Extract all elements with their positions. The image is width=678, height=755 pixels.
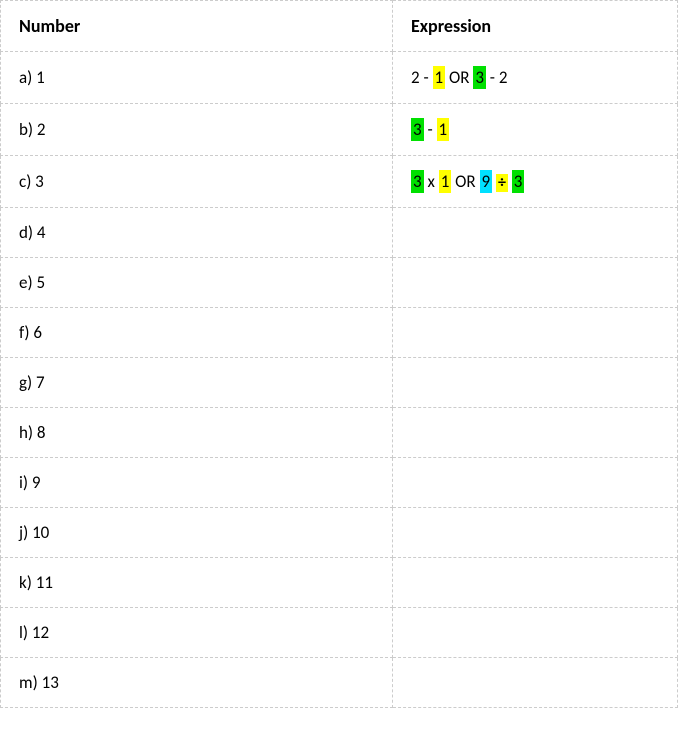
number-cell: c) 3 [1, 156, 393, 208]
expression-token: 1 [439, 170, 452, 193]
number-cell: l) 12 [1, 608, 393, 658]
number-cell: m) 13 [1, 658, 393, 708]
expression-cell [393, 558, 678, 608]
expression-cell [393, 308, 678, 358]
table-row: c) 33 x 1 OR 9 ÷ 3 [1, 156, 678, 208]
number-cell: j) 10 [1, 508, 393, 558]
expression-cell: 2 - 1 OR 3 - 2 [393, 52, 678, 104]
expression-cell [393, 358, 678, 408]
table-row: h) 8 [1, 408, 678, 458]
table-row: m) 13 [1, 658, 678, 708]
divide-symbol: ÷ [496, 174, 508, 192]
table-row: b) 23 - 1 [1, 104, 678, 156]
number-cell: f) 6 [1, 308, 393, 358]
expression-token: OR [445, 67, 473, 88]
expression-cell: 3 x 1 OR 9 ÷ 3 [393, 156, 678, 208]
table-row: l) 12 [1, 608, 678, 658]
expression-token: x [424, 171, 439, 192]
expression-cell: 3 - 1 [393, 104, 678, 156]
expression-token: 3 [512, 170, 525, 193]
table-row: i) 9 [1, 458, 678, 508]
header-row: Number Expression [1, 1, 678, 52]
expression-cell [393, 258, 678, 308]
number-cell: k) 11 [1, 558, 393, 608]
expression-cell [393, 208, 678, 258]
expression-token: OR [451, 171, 479, 192]
table-row: j) 10 [1, 508, 678, 558]
expression-token: 3 [411, 170, 424, 193]
header-number: Number [1, 1, 393, 52]
expression-cell [393, 458, 678, 508]
number-cell: h) 8 [1, 408, 393, 458]
table-row: d) 4 [1, 208, 678, 258]
table-row: a) 12 - 1 OR 3 - 2 [1, 52, 678, 104]
number-cell: g) 7 [1, 358, 393, 408]
number-cell: b) 2 [1, 104, 393, 156]
table-row: e) 5 [1, 258, 678, 308]
number-cell: d) 4 [1, 208, 393, 258]
number-cell: i) 9 [1, 458, 393, 508]
expression-token: 1 [433, 66, 446, 89]
header-expression: Expression [393, 1, 678, 52]
expression-token: 1 [437, 118, 450, 141]
expression-token: 3 [411, 118, 424, 141]
table-row: g) 7 [1, 358, 678, 408]
number-cell: e) 5 [1, 258, 393, 308]
expression-token: 3 [473, 66, 486, 89]
expression-token: - [424, 119, 437, 140]
number-cell: a) 1 [1, 52, 393, 104]
expression-cell [393, 658, 678, 708]
table-row: f) 6 [1, 308, 678, 358]
expression-cell [393, 608, 678, 658]
expression-token: 2 - [411, 67, 433, 88]
expression-token: - 2 [486, 67, 508, 88]
expression-cell [393, 408, 678, 458]
table-row: k) 11 [1, 558, 678, 608]
expression-cell [393, 508, 678, 558]
worksheet-table: Number Expression a) 12 - 1 OR 3 - 2b) 2… [0, 0, 678, 708]
expression-token: 9 [480, 170, 493, 193]
